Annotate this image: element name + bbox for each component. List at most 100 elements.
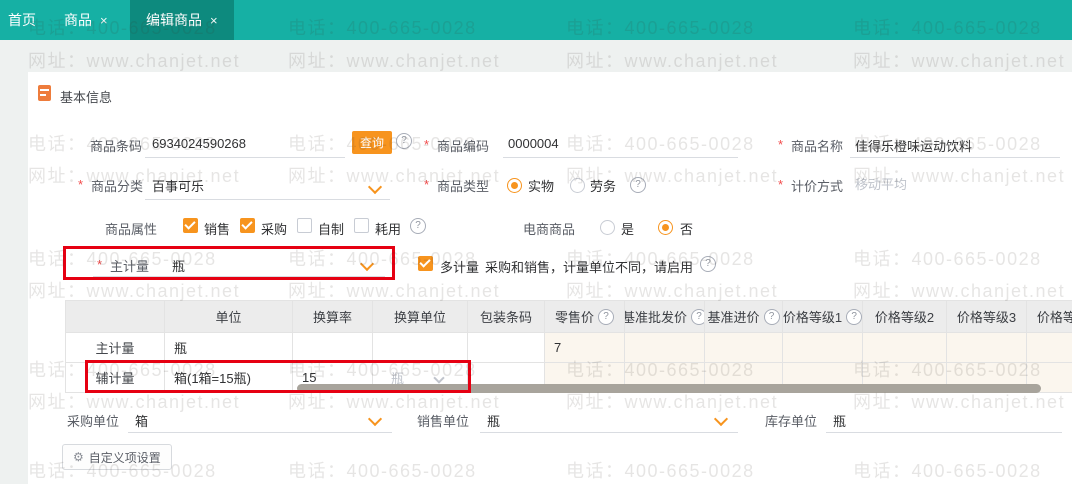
header-cell-package-barcode: 包装条码 — [468, 300, 545, 333]
sales-unit-label: 销售单位 — [417, 411, 469, 430]
cell-price-level2[interactable] — [863, 333, 947, 363]
attributes-label: 商品属性 — [105, 219, 157, 238]
custom-fields-button-label: 自定义项设置 — [89, 449, 161, 466]
sales-unit-value[interactable]: 瓶 — [487, 411, 500, 430]
multi-unit-hint: 采购和销售，计量单位不同，请启用 — [485, 257, 693, 276]
checkbox-consume-label: 耗用 — [375, 219, 401, 238]
required-star: * — [778, 177, 783, 192]
radio-service-label: 劳务 — [590, 176, 616, 195]
cell-wholesale-price[interactable] — [625, 333, 705, 363]
header-cell-retail-price: 零售价? — [545, 300, 625, 333]
required-star: * — [424, 177, 429, 192]
name-value[interactable]: 佳得乐橙味运动饮料 — [855, 136, 972, 155]
required-star: * — [78, 177, 83, 192]
type-label: 商品类型 — [437, 176, 489, 195]
cell-purchase-price[interactable] — [705, 333, 783, 363]
edit-product-page: 首页 商品 × 编辑商品 × 基本信息 商品条码 6934024590268 查… — [0, 0, 1072, 484]
checkbox-consume[interactable] — [354, 218, 369, 233]
tab-products[interactable]: 商品 × — [64, 0, 108, 40]
header-cell-rate: 换算率 — [293, 300, 373, 333]
cell-retail-price[interactable]: 7 — [545, 333, 625, 363]
checkbox-sales-label: 销售 — [204, 219, 230, 238]
checkbox-sales[interactable] — [183, 218, 198, 233]
custom-fields-button[interactable]: ⚙ 自定义项设置 — [62, 444, 172, 470]
watermark-site: 网址：www.chanjet.net — [853, 47, 1065, 73]
required-star: * — [97, 257, 102, 272]
header-cell — [65, 300, 165, 333]
radio-yes-label: 是 — [621, 219, 634, 238]
tab-edit-product-label: 编辑商品 — [146, 10, 202, 30]
help-icon[interactable]: ? — [630, 177, 646, 193]
pricing-value: 移动平均 — [855, 174, 907, 193]
stock-unit-value[interactable]: 瓶 — [833, 411, 846, 430]
purchase-unit-value[interactable]: 箱 — [135, 411, 148, 430]
help-icon[interactable]: ? — [396, 133, 412, 149]
chevron-down-icon[interactable] — [433, 372, 444, 383]
checkbox-selfmade-label: 自制 — [318, 219, 344, 238]
barcode-value[interactable]: 6934024590268 — [152, 136, 246, 151]
help-icon[interactable]: ? — [410, 218, 426, 234]
header-cell-price-level4: 价格等级4 — [1027, 300, 1072, 333]
help-icon[interactable]: ? — [846, 309, 862, 325]
table-row-main-unit: 主计量 瓶 7 — [65, 333, 1072, 363]
header-cell-price-level1: 价格等级1? — [783, 300, 863, 333]
cell-price-level3[interactable] — [947, 333, 1027, 363]
header-cell-rate-unit: 换算单位 — [373, 300, 468, 333]
form-card — [28, 72, 1072, 484]
radio-physical[interactable] — [507, 178, 522, 193]
horizontal-scrollbar[interactable] — [297, 384, 1041, 393]
gear-icon: ⚙ — [73, 450, 84, 464]
name-label: 商品名称 — [791, 136, 843, 155]
barcode-label: 商品条码 — [90, 136, 142, 155]
tab-edit-product[interactable]: 编辑商品 × — [130, 0, 234, 40]
required-star: * — [424, 137, 429, 152]
header-cell-price-level2: 价格等级2 — [863, 300, 947, 333]
required-star: * — [778, 137, 783, 152]
help-icon[interactable]: ? — [691, 309, 705, 325]
watermark-site: 网址：www.chanjet.net — [566, 47, 778, 73]
help-icon[interactable]: ? — [700, 256, 716, 272]
checkbox-purchase[interactable] — [240, 218, 255, 233]
section-title: 基本信息 — [60, 87, 112, 106]
top-tab-bar: 首页 商品 × 编辑商品 × — [0, 0, 1072, 40]
row-label-cell: 主计量 — [65, 333, 165, 363]
unit-price-table: 单位 换算率 换算单位 包装条码 零售价? 基准批发价? 基准进价? 价格等级1… — [65, 300, 1072, 393]
row-label-cell: 辅计量 — [65, 363, 165, 393]
cell-unit[interactable]: 瓶 — [165, 333, 293, 363]
close-icon[interactable]: × — [210, 13, 218, 28]
help-icon[interactable]: ? — [764, 309, 780, 325]
code-value[interactable]: 0000004 — [508, 136, 559, 151]
watermark-site: 网址：www.chanjet.net — [288, 47, 500, 73]
radio-yes[interactable] — [600, 220, 615, 235]
radio-physical-label: 实物 — [528, 176, 554, 195]
table-header-row: 单位 换算率 换算单位 包装条码 零售价? 基准批发价? 基准进价? 价格等级1… — [65, 300, 1072, 333]
barcode-query-button[interactable]: 查询 — [352, 131, 392, 154]
radio-no-label: 否 — [680, 219, 693, 238]
cell-price-level4[interactable] — [1027, 333, 1072, 363]
watermark-site: 网址：www.chanjet.net — [28, 47, 240, 73]
purchase-unit-label: 采购单位 — [67, 411, 119, 430]
main-unit-value[interactable]: 瓶 — [172, 256, 185, 275]
cell-rate-unit[interactable] — [373, 333, 468, 363]
cell-rate[interactable] — [293, 333, 373, 363]
category-value[interactable]: 百事可乐 — [152, 176, 204, 195]
radio-no[interactable] — [658, 220, 673, 235]
close-icon[interactable]: × — [100, 13, 108, 28]
header-cell-purchase-price: 基准进价? — [705, 300, 783, 333]
checkbox-purchase-label: 采购 — [261, 219, 287, 238]
checkbox-multi-unit[interactable] — [418, 256, 433, 271]
cell-price-level1[interactable] — [783, 333, 863, 363]
pricing-label: 计价方式 — [791, 176, 843, 195]
radio-service[interactable] — [570, 178, 585, 193]
checkbox-selfmade[interactable] — [297, 218, 312, 233]
cell-unit[interactable]: 箱(1箱=15瓶) — [165, 363, 293, 393]
tab-home[interactable]: 首页 — [8, 0, 36, 40]
basic-info-icon — [38, 85, 51, 101]
stock-unit-label: 库存单位 — [765, 411, 817, 430]
cell-package-barcode[interactable] — [468, 333, 545, 363]
help-icon[interactable]: ? — [598, 309, 614, 325]
main-unit-label: 主计量 — [110, 256, 149, 275]
header-cell-wholesale-price: 基准批发价? — [625, 300, 705, 333]
header-cell-unit: 单位 — [165, 300, 293, 333]
category-label: 商品分类 — [91, 176, 143, 195]
